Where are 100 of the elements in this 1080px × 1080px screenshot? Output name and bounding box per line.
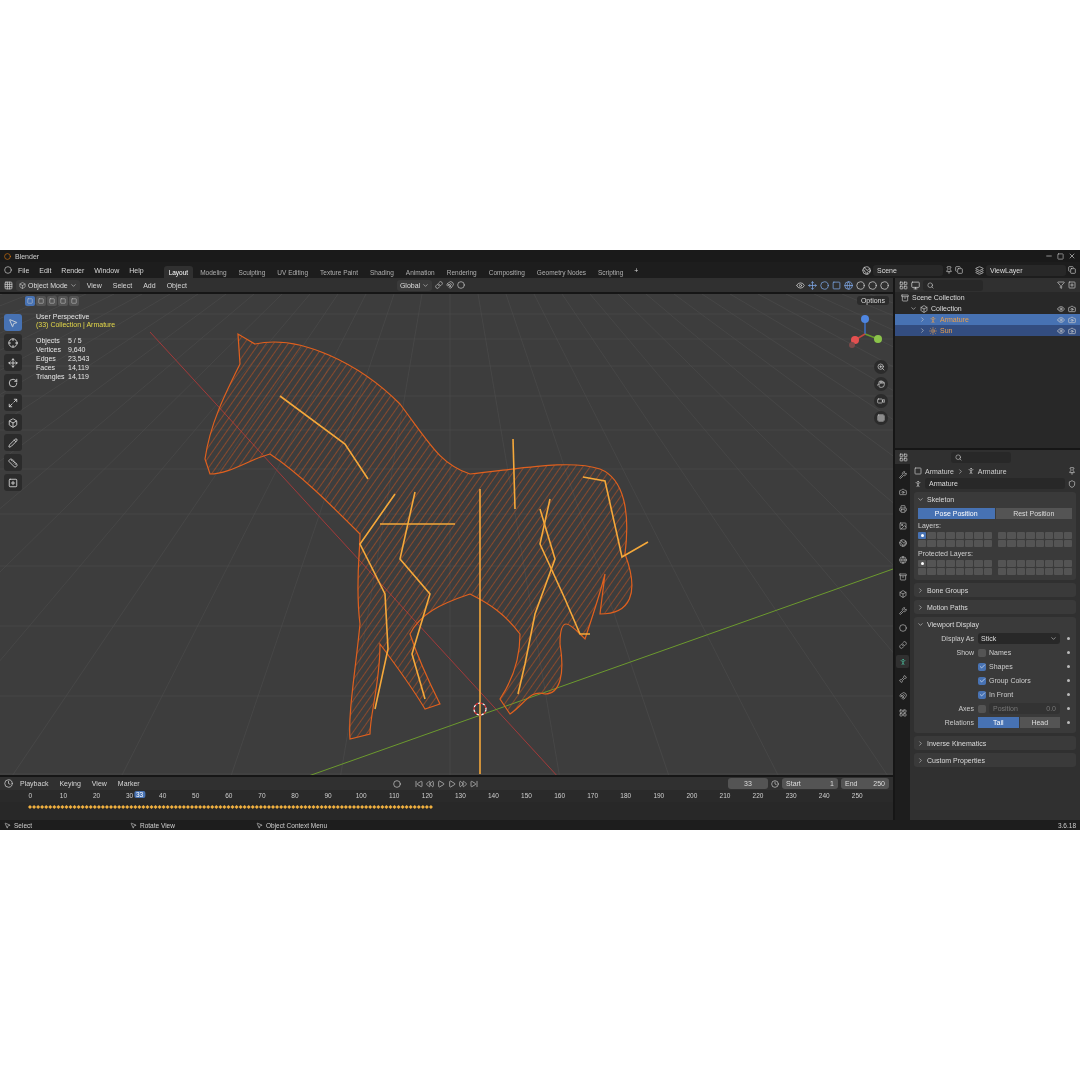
layer-toggle[interactable] [1016, 568, 1026, 575]
display-mode-icon[interactable] [911, 280, 920, 290]
layer-toggle[interactable] [974, 540, 983, 547]
object-icon[interactable] [914, 467, 922, 475]
layer-toggle[interactable] [1063, 532, 1072, 539]
layer-toggle[interactable] [1054, 568, 1063, 575]
tool-button[interactable] [4, 334, 22, 351]
layer-toggle[interactable] [1007, 560, 1016, 567]
properties-tab[interactable] [896, 672, 909, 685]
layer-toggle[interactable] [964, 532, 974, 539]
layer-toggle[interactable] [1063, 568, 1072, 575]
3d-cursor-icon[interactable] [473, 702, 487, 716]
render-camera-icon[interactable] [1068, 326, 1076, 335]
layer-toggle[interactable] [983, 568, 992, 575]
layer-toggle[interactable] [927, 532, 936, 539]
selection-mode-button[interactable] [58, 296, 68, 306]
layer-toggle[interactable] [1054, 540, 1063, 547]
layer-toggle[interactable] [918, 540, 927, 547]
snap-magnet-icon[interactable] [446, 281, 455, 289]
stopwatch-icon[interactable] [771, 779, 779, 788]
chevron-down-icon[interactable] [1050, 635, 1057, 642]
tool-button[interactable] [4, 374, 22, 391]
layer-toggle[interactable] [955, 540, 964, 547]
layer-toggle[interactable] [955, 532, 964, 539]
filter-icon[interactable] [1057, 281, 1065, 289]
layer-toggle[interactable] [1035, 568, 1044, 575]
checkbox[interactable] [978, 676, 986, 685]
layer-toggle[interactable] [1016, 540, 1026, 547]
layer-toggle[interactable] [946, 532, 955, 539]
layer-toggle[interactable] [955, 560, 964, 567]
layer-toggle[interactable] [1035, 540, 1044, 547]
visibility-eye-icon[interactable] [1057, 304, 1065, 313]
layer-toggle[interactable] [1026, 532, 1035, 539]
close-icon[interactable] [1068, 252, 1076, 260]
properties-tab[interactable] [896, 638, 909, 651]
gizmo-toggle-icon[interactable] [808, 280, 817, 290]
layer-toggle[interactable] [1063, 560, 1072, 567]
previous-keyframe-icon[interactable] [426, 779, 435, 788]
selection-mode-button[interactable] [69, 296, 79, 306]
layer-toggle[interactable] [983, 532, 992, 539]
layer-toggle[interactable] [964, 560, 974, 567]
layer-toggle[interactable] [946, 568, 955, 575]
rendered-shading-icon[interactable] [880, 280, 889, 290]
new-collection-icon[interactable] [1068, 281, 1076, 289]
pin-icon[interactable] [1068, 467, 1076, 475]
checkbox[interactable] [978, 648, 986, 657]
layer-toggle[interactable] [974, 532, 983, 539]
layer-toggle[interactable] [1044, 540, 1054, 547]
play-icon[interactable] [448, 779, 457, 788]
record-icon[interactable] [393, 779, 402, 788]
properties-tab[interactable] [896, 587, 909, 600]
xray-toggle-icon[interactable] [832, 280, 841, 290]
layer-toggle[interactable] [1035, 532, 1044, 539]
tool-button[interactable] [4, 434, 22, 451]
properties-tab[interactable] [896, 502, 909, 515]
layer-toggle[interactable] [1016, 560, 1026, 567]
tool-button[interactable] [4, 474, 22, 491]
view-layer-icon[interactable] [975, 265, 984, 275]
layer-toggle[interactable] [946, 560, 955, 567]
layer-toggle[interactable] [927, 540, 936, 547]
layer-toggle[interactable] [998, 560, 1007, 567]
render-camera-icon[interactable] [1068, 304, 1076, 313]
properties-tab[interactable] [896, 570, 909, 583]
tool-button[interactable] [4, 414, 22, 431]
checkbox[interactable] [978, 690, 986, 699]
layer-toggle[interactable] [918, 568, 927, 575]
checkbox[interactable] [978, 704, 986, 713]
properties-tab[interactable] [896, 604, 909, 617]
layer-toggle[interactable] [936, 560, 946, 567]
selection-mode-button[interactable] [25, 296, 35, 306]
layer-toggle[interactable] [983, 540, 992, 547]
layer-toggle[interactable] [1026, 560, 1035, 567]
selection-mode-button[interactable] [47, 296, 57, 306]
layer-toggle[interactable] [936, 532, 946, 539]
layer-toggle[interactable] [964, 568, 974, 575]
layer-toggle[interactable] [1026, 540, 1035, 547]
layer-toggle[interactable] [1044, 560, 1054, 567]
layer-toggle[interactable] [1035, 560, 1044, 567]
tool-button[interactable] [4, 354, 22, 371]
properties-tab[interactable] [896, 706, 909, 719]
layer-toggle[interactable] [955, 568, 964, 575]
navigation-button[interactable] [874, 394, 888, 408]
layer-toggle[interactable] [974, 568, 983, 575]
minimize-icon[interactable] [1045, 252, 1053, 260]
layer-toggle[interactable] [1026, 568, 1035, 575]
jump-start-icon[interactable] [415, 779, 424, 788]
light-icon[interactable] [929, 326, 937, 335]
collection-icon[interactable] [920, 304, 928, 313]
properties-tab[interactable] [896, 468, 909, 481]
navigation-button[interactable] [874, 377, 888, 391]
layer-toggle[interactable] [983, 560, 992, 567]
navigation-button[interactable] [874, 360, 888, 374]
copy-icon[interactable] [1068, 266, 1076, 274]
visibility-eye-icon[interactable] [1057, 326, 1065, 335]
layer-toggle[interactable] [998, 532, 1007, 539]
navigation-button[interactable] [874, 411, 888, 425]
layer-toggle[interactable] [1007, 540, 1016, 547]
layer-toggle[interactable] [1007, 568, 1016, 575]
layer-toggle[interactable] [1054, 560, 1063, 567]
layer-toggle[interactable] [918, 532, 927, 539]
